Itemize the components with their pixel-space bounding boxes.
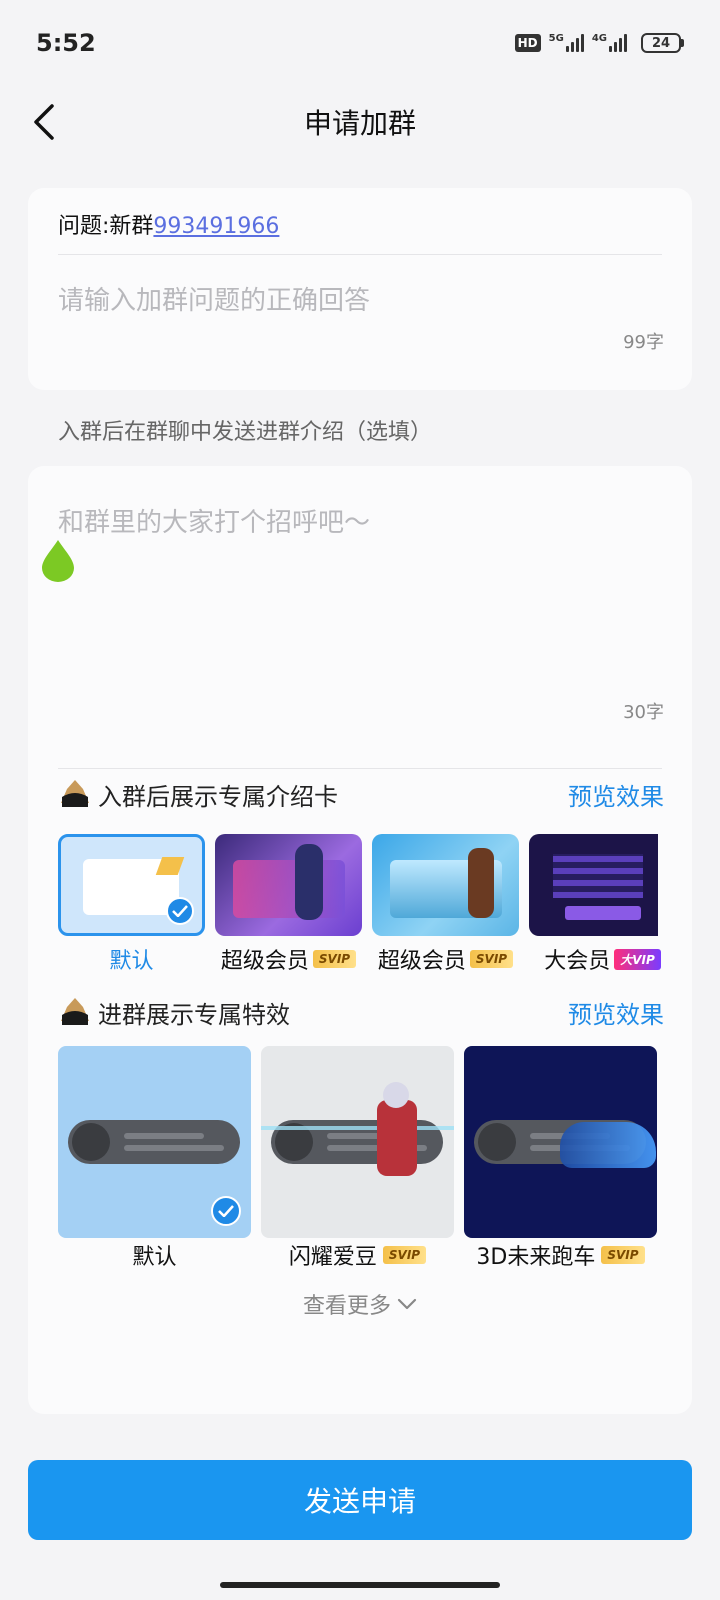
effects-labels: 默认 闪耀爱豆 SVIP 3D未来跑车 SVIP bbox=[58, 1240, 678, 1270]
question-text: 问题:新群993491966 bbox=[58, 208, 279, 240]
crown-icon bbox=[61, 998, 89, 1025]
effect-preview-pill bbox=[68, 1120, 240, 1164]
crown-icon bbox=[61, 780, 89, 807]
intro-card-label-default: 默认 bbox=[109, 949, 154, 974]
answer-char-count: 99字 bbox=[623, 332, 664, 353]
question-card: 问题:新群993491966 请输入加群问题的正确回答 99字 bbox=[28, 188, 692, 390]
effect-option-car[interactable] bbox=[464, 1046, 657, 1238]
svip-badge: SVIP bbox=[312, 950, 357, 968]
intro-section-label: 入群后在群聊中发送进群介绍（选填） bbox=[58, 420, 433, 445]
effect-option-default[interactable] bbox=[58, 1046, 251, 1238]
back-button[interactable] bbox=[24, 102, 64, 142]
signal-5g-icon: 5G bbox=[549, 34, 584, 52]
intro-char-count: 30字 bbox=[623, 702, 664, 723]
intro-card-option-svip-2[interactable] bbox=[372, 834, 519, 936]
bigvip-badge: 大VIP bbox=[614, 948, 661, 970]
effect-label-default: 默认 bbox=[132, 1245, 177, 1270]
hd-badge: HD bbox=[514, 34, 541, 52]
cursor-handle-icon[interactable] bbox=[40, 538, 76, 582]
svip-badge: SVIP bbox=[382, 1246, 427, 1264]
home-indicator[interactable] bbox=[220, 1582, 500, 1588]
intro-card: 和群里的大家打个招呼吧～ 30字 入群后展示专属介绍卡 预览效果 默认 超级会员… bbox=[28, 466, 692, 1414]
intro-card-label-bigvip: 大会员 大VIP bbox=[529, 944, 676, 974]
divider bbox=[58, 768, 662, 769]
see-more-button[interactable]: 查看更多 bbox=[28, 1288, 692, 1320]
intro-card-title-text: 入群后展示专属介绍卡 bbox=[98, 782, 338, 811]
see-more-label: 查看更多 bbox=[302, 1294, 391, 1319]
intro-card-preview-link[interactable]: 预览效果 bbox=[568, 777, 664, 812]
effects-list bbox=[58, 1046, 658, 1238]
effects-section-title: 进群展示专属特效 bbox=[58, 995, 290, 1030]
svip-badge: SVIP bbox=[601, 1246, 645, 1264]
intro-card-list bbox=[58, 834, 658, 940]
intro-card-label-svip-1: 超级会员 SVIP bbox=[215, 944, 362, 974]
check-icon bbox=[211, 1196, 241, 1226]
battery-icon: 24 bbox=[641, 33, 684, 53]
intro-card-option-svip-1[interactable] bbox=[215, 834, 362, 936]
battery-level: 24 bbox=[641, 33, 681, 53]
effects-preview-link[interactable]: 预览效果 bbox=[568, 995, 664, 1030]
page-title: 申请加群 bbox=[303, 107, 416, 140]
answer-input[interactable]: 请输入加群问题的正确回答 bbox=[58, 280, 370, 317]
effects-title-text: 进群展示专属特效 bbox=[98, 1000, 290, 1029]
status-icons: HD 5G 4G 24 bbox=[514, 33, 684, 53]
status-time: 5:52 bbox=[36, 29, 96, 57]
chevron-left-icon bbox=[34, 104, 54, 140]
divider bbox=[58, 254, 662, 255]
svip-badge: SVIP bbox=[469, 950, 514, 968]
check-icon bbox=[166, 897, 194, 925]
question-prefix: 问题:新群 bbox=[58, 214, 154, 239]
effect-label-idol: 闪耀爱豆 SVIP bbox=[261, 1240, 454, 1270]
group-id-link[interactable]: 993491966 bbox=[153, 214, 279, 239]
effect-label-car: 3D未来跑车 SVIP bbox=[464, 1240, 657, 1270]
intro-card-option-bigvip[interactable] bbox=[529, 834, 658, 936]
effects-section-header: 进群展示专属特效 预览效果 bbox=[58, 992, 664, 1032]
intro-card-labels: 默认 超级会员 SVIP 超级会员 SVIP 大会员 大VIP bbox=[58, 944, 678, 974]
net-label-5g: 5G bbox=[548, 33, 564, 44]
intro-card-label-svip-2: 超级会员 SVIP bbox=[372, 944, 519, 974]
net-label-4g: 4G bbox=[591, 33, 607, 44]
send-request-button[interactable]: 发送申请 bbox=[28, 1460, 692, 1540]
signal-4g-icon: 4G bbox=[592, 34, 627, 52]
intro-card-section-title: 入群后展示专属介绍卡 bbox=[58, 777, 338, 812]
status-bar: 5:52 HD 5G 4G 24 bbox=[0, 0, 720, 86]
intro-card-section-header: 入群后展示专属介绍卡 预览效果 bbox=[58, 774, 664, 814]
effect-option-idol[interactable] bbox=[261, 1046, 454, 1238]
nav-bar: 申请加群 bbox=[0, 86, 720, 158]
chevron-down-icon bbox=[397, 1298, 417, 1310]
intro-card-option-default[interactable] bbox=[58, 834, 205, 936]
intro-input[interactable]: 和群里的大家打个招呼吧～ bbox=[58, 502, 370, 539]
